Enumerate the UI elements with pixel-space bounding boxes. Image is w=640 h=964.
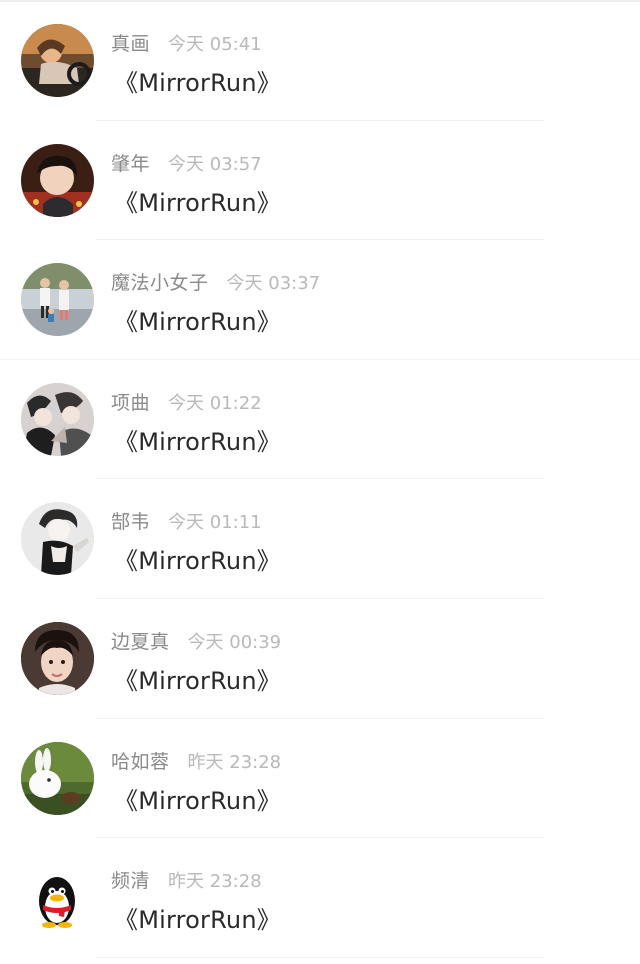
message-time: 今天 00:39 <box>187 631 282 653</box>
message-time: 今天 05:41 <box>168 34 262 55</box>
avatar[interactable] <box>21 382 94 456</box>
list-item[interactable]: 哈如蓉 昨天 23:28 《MirrorRun》 <box>0 719 640 839</box>
message-meta: 郜韦 今天 01:11 <box>111 507 262 535</box>
sender-name[interactable]: 郜韦 <box>111 507 150 534</box>
photo-family-avatar <box>21 263 94 337</box>
avatar[interactable] <box>21 263 94 337</box>
list-item[interactable]: 真画 今天 05:41 《MirrorRun》 <box>0 1 640 121</box>
message-time: 昨天 23:28 <box>187 751 282 773</box>
avatar[interactable] <box>21 502 94 576</box>
message-meta: 边夏真 今天 00:39 <box>111 627 281 655</box>
rabbit-avatar <box>21 741 94 815</box>
message-text: 《MirrorRun》 <box>114 547 281 576</box>
divider <box>96 956 544 958</box>
sender-name[interactable]: 魔法小女子 <box>111 268 209 295</box>
list-item[interactable]: 项曲 今天 01:22 《MirrorRun》 <box>0 360 640 480</box>
message-text: 《MirrorRun》 <box>114 906 281 935</box>
message-time: 今天 01:22 <box>168 392 262 414</box>
photo-portrait-avatar <box>21 143 94 217</box>
sender-name[interactable]: 真画 <box>111 29 150 56</box>
message-time: 今天 03:37 <box>226 273 321 295</box>
avatar[interactable] <box>21 621 94 695</box>
message-meta: 魔法小女子 今天 03:37 <box>111 268 320 296</box>
photo-portrait-avatar <box>21 621 94 695</box>
message-meta: 项曲 今天 01:22 <box>111 388 262 416</box>
list-item[interactable]: 郜韦 今天 01:11 《MirrorRun》 <box>0 479 640 599</box>
message-text: 《MirrorRun》 <box>114 427 281 456</box>
avatar[interactable] <box>21 24 94 97</box>
avatar[interactable] <box>21 741 94 815</box>
list-item[interactable]: 肇年 今天 03:57 《MirrorRun》 <box>0 121 640 241</box>
message-text: 《MirrorRun》 <box>114 69 281 97</box>
message-meta: 哈如蓉 昨天 23:28 <box>111 747 281 775</box>
sender-name[interactable]: 边夏真 <box>111 627 170 654</box>
avatar[interactable] <box>21 861 94 935</box>
message-text: 《MirrorRun》 <box>114 308 281 337</box>
list-item[interactable]: 魔法小女子 今天 03:37 《MirrorRun》 <box>0 240 640 360</box>
message-time: 昨天 23:28 <box>168 871 262 893</box>
message-text: 《MirrorRun》 <box>114 786 281 815</box>
message-text: 《MirrorRun》 <box>114 666 281 695</box>
photo-anime-group-avatar <box>21 382 94 456</box>
message-meta: 肇年 今天 03:57 <box>111 149 262 177</box>
message-meta: 频清 昨天 23:28 <box>111 866 262 894</box>
sender-name[interactable]: 频清 <box>111 866 150 893</box>
message-meta: 真画 今天 05:41 <box>111 29 262 57</box>
sender-name[interactable]: 哈如蓉 <box>111 747 170 774</box>
message-time: 今天 03:57 <box>168 153 262 175</box>
sender-name[interactable]: 肇年 <box>111 149 150 176</box>
list-item[interactable]: 边夏真 今天 00:39 《MirrorRun》 <box>0 599 640 719</box>
photo-driving-avatar <box>21 24 94 97</box>
message-text: 《MirrorRun》 <box>114 188 281 217</box>
avatar[interactable] <box>21 143 94 217</box>
sender-name[interactable]: 项曲 <box>111 388 150 415</box>
message-list: 真画 今天 05:41 《MirrorRun》 肇年 今天 03:57 《Mir… <box>0 1 640 958</box>
message-time: 今天 01:11 <box>168 512 262 534</box>
list-item[interactable]: 频清 昨天 23:28 《MirrorRun》 <box>0 838 640 958</box>
qq-penguin-avatar <box>21 861 94 935</box>
anime-character-avatar <box>21 502 94 576</box>
